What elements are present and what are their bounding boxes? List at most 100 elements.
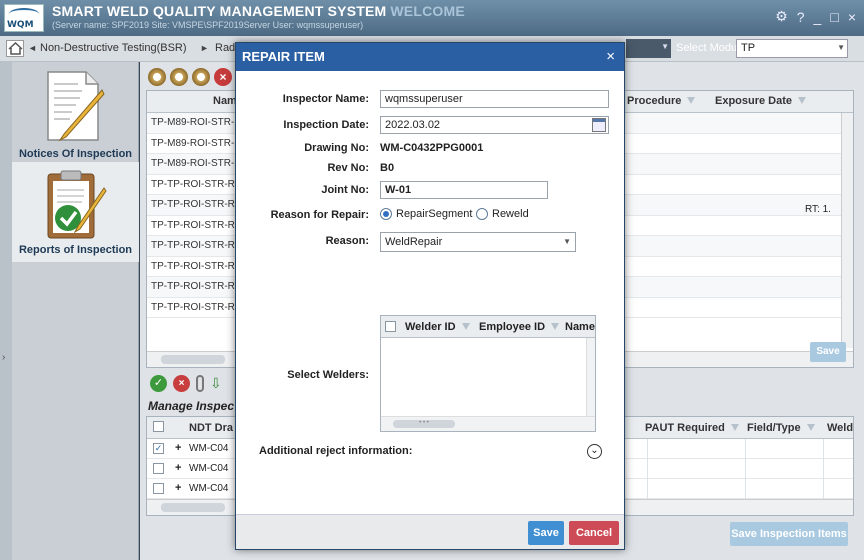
help-button[interactable]: ? (797, 9, 805, 25)
chevron-down-icon: ▼ (837, 43, 845, 52)
manage-inspection-title: Manage Inspec (148, 399, 235, 413)
delete-icon[interactable]: × (214, 68, 232, 86)
ndt-drawing-cell: WM-C04 (189, 463, 229, 474)
calendar-icon[interactable] (592, 118, 606, 132)
expand-icon[interactable]: + (175, 462, 181, 474)
close-window-button[interactable]: × (848, 9, 856, 25)
radio-reweld-label: Reweld (492, 208, 529, 220)
dialog-title: REPAIR ITEM (242, 49, 325, 64)
back-arrow-icon[interactable]: ◄ (28, 43, 37, 53)
vertical-scrollbar[interactable] (586, 338, 595, 417)
gear-icon[interactable] (192, 68, 210, 86)
maximize-button[interactable]: □ (830, 9, 838, 25)
approve-icon[interactable]: ✓ (150, 375, 167, 392)
module-select[interactable]: TP ▼ (736, 39, 848, 58)
grid-header: Welder ID Employee ID Name (381, 316, 595, 338)
filter-icon[interactable] (806, 424, 815, 432)
scroll-thumb[interactable]: • • • (393, 420, 455, 428)
drawing-no-value: WM-C0432PPG0001 (380, 142, 484, 154)
sidebar-collapse-handle[interactable]: › (0, 62, 12, 560)
column-header-name[interactable]: Name (565, 321, 595, 333)
column-header-field-type[interactable]: Field/Type (747, 422, 815, 434)
column-header-paut-required[interactable]: PAUT Required (645, 422, 739, 434)
reason-select[interactable]: WeldRepair ▼ (380, 232, 576, 252)
column-divider (745, 439, 746, 499)
filter-icon[interactable] (687, 97, 696, 105)
row-checkbox[interactable]: ✓ (153, 443, 164, 454)
expand-icon[interactable]: + (175, 482, 181, 494)
column-header-procedure[interactable]: Procedure (627, 95, 696, 107)
row-checkbox[interactable] (153, 463, 164, 474)
column-header-ndt-drawing[interactable]: NDT Dra (189, 422, 233, 434)
radio-unselected-icon (476, 208, 488, 220)
select-welders-label: Select Welders: (287, 369, 369, 381)
chevron-right-icon: › (2, 352, 6, 363)
sidebar-item-notices[interactable]: Notices Of Inspection (12, 62, 139, 160)
row-checkbox[interactable] (153, 483, 164, 494)
joint-no-label: Joint No: (321, 184, 369, 196)
app-title-text: SMART WELD QUALITY MANAGEMENT SYSTEM (52, 3, 387, 19)
sidebar: Notices Of Inspection Reports of Inspect… (12, 62, 139, 560)
select-all-welders-checkbox[interactable] (385, 321, 396, 332)
grid-toolbar: × (148, 68, 232, 86)
column-header-employee-id[interactable]: Employee ID (479, 321, 560, 333)
inspection-date-label: Inspection Date: (283, 119, 369, 131)
server-info: (Server name: SPF2019 Site: VMSPE\SPF201… (52, 20, 364, 30)
select-all-checkbox[interactable] (153, 421, 164, 435)
inspection-date-field[interactable]: 2022.03.02 (380, 116, 609, 134)
filter-icon[interactable] (461, 323, 470, 331)
joint-no-field[interactable]: W-01 (380, 181, 548, 199)
scroll-thumb[interactable] (161, 355, 225, 364)
title-bar: WQM SMART WELD QUALITY MANAGEMENT SYSTEM… (0, 0, 864, 36)
horizontal-scrollbar[interactable]: • • • (381, 416, 595, 431)
chevron-down-icon: ▼ (661, 42, 669, 51)
radio-repair-segment[interactable]: RepairSegment (380, 208, 472, 220)
home-icon[interactable] (6, 40, 24, 57)
breadcrumb-item-rad[interactable]: Rad (215, 42, 235, 54)
scroll-thumb[interactable] (161, 503, 225, 512)
inspector-name-label: Inspector Name: (282, 93, 369, 105)
inspector-name-field[interactable]: wqmssuperuser (380, 90, 609, 108)
radio-reweld[interactable]: Reweld (476, 208, 529, 220)
chevron-down-icon: ▼ (563, 237, 571, 246)
welcome-text: WELCOME (390, 3, 465, 19)
breadcrumb-item-ndt[interactable]: Non-Destructive Testing(BSR) (40, 42, 187, 54)
gear-icon[interactable] (170, 68, 188, 86)
filter-icon[interactable] (551, 323, 560, 331)
column-header-welder-id[interactable]: Welder ID (405, 321, 470, 333)
app-logo: WQM (4, 4, 44, 32)
vertical-scrollbar[interactable] (841, 113, 853, 348)
column-header-weld[interactable]: Weld (827, 422, 853, 434)
app-title: SMART WELD QUALITY MANAGEMENT SYSTEM WELC… (52, 3, 465, 19)
rev-no-label: Rev No: (327, 162, 369, 174)
report-clipboard-icon (47, 170, 107, 239)
close-icon[interactable]: × (606, 48, 615, 65)
reject-icon[interactable]: × (173, 375, 190, 392)
dialog-footer: Save Cancel (236, 514, 624, 549)
settings-icon[interactable]: ⚙ (775, 8, 788, 25)
download-icon[interactable]: ⇩ (210, 375, 224, 392)
column-header-exposure-date[interactable]: Exposure Date (715, 95, 807, 107)
filter-icon[interactable] (730, 424, 739, 432)
attachment-icon[interactable] (196, 375, 204, 392)
expand-chevron-icon[interactable]: ⌄ (587, 444, 602, 459)
save-inspection-items-button[interactable]: Save Inspection Items (730, 522, 848, 546)
breadcrumb-dropdown[interactable]: ▼ (626, 39, 671, 58)
sidebar-item-label: Reports of Inspection (18, 244, 133, 256)
filter-icon[interactable] (798, 97, 807, 105)
inspection-date-value: 2022.03.02 (385, 119, 441, 131)
cancel-button[interactable]: Cancel (569, 521, 619, 545)
welder-grid: Welder ID Employee ID Name • • • (380, 315, 596, 432)
reason-select-value: WeldRepair (385, 236, 443, 248)
minimize-button[interactable]: _ (814, 9, 822, 25)
gear-icon[interactable] (148, 68, 166, 86)
radio-repair-segment-label: RepairSegment (396, 208, 473, 220)
save-button[interactable]: Save (528, 521, 564, 545)
save-button[interactable]: Save (810, 342, 846, 362)
logo-wave-icon (9, 8, 39, 20)
additional-reject-label: Additional reject information: (259, 445, 413, 457)
sidebar-item-reports[interactable]: Reports of Inspection (12, 162, 139, 262)
rev-no-value: B0 (380, 162, 395, 174)
expand-icon[interactable]: + (175, 442, 181, 454)
reason-label: Reason: (325, 235, 369, 247)
